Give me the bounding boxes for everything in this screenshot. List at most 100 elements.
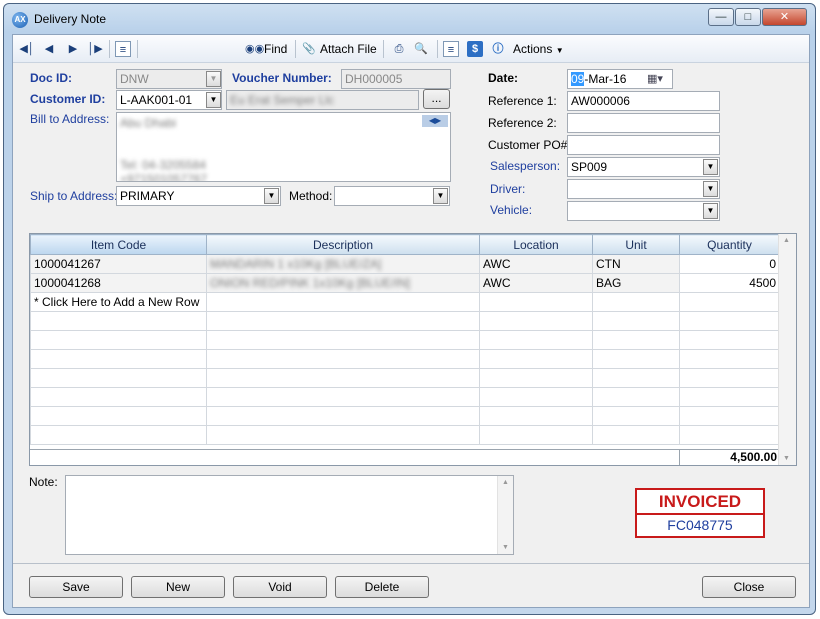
first-record-icon[interactable]: ◀│ xyxy=(19,41,35,57)
empty-row xyxy=(30,387,780,407)
reference-2-label: Reference 2: xyxy=(488,116,557,130)
chevron-down-icon: ▼ xyxy=(555,46,564,55)
scroll-up-icon[interactable]: ▲ xyxy=(783,237,790,244)
save-button[interactable]: Save xyxy=(29,576,123,598)
table-row[interactable]: 1000041268 ONION RED/PINK 1x10Kg [BLUE/I… xyxy=(30,273,780,293)
column-header-quantity[interactable]: Quantity xyxy=(679,234,780,255)
line-items-grid: Item Code Description Location Unit Quan… xyxy=(29,233,797,466)
vehicle-field[interactable] xyxy=(567,201,720,221)
table-row[interactable]: 1000041267 MANDARIN 1 x10Kg [BLUE/ZA] AW… xyxy=(30,254,780,274)
customer-id-label: Customer ID: xyxy=(30,92,106,106)
empty-row xyxy=(30,330,780,350)
voucher-number-field[interactable]: DH000005 xyxy=(341,69,451,89)
note-scroll-up-icon[interactable]: ▲ xyxy=(502,479,509,486)
empty-cell xyxy=(479,292,593,312)
bill-to-address-field[interactable]: Abu Dhabi Tel: 04-3205584 +971501057767 … xyxy=(116,112,451,182)
delivery-note-window: AX Delivery Note — □ ✕ ◀│ ◀ ▶ │▶ ≡ ◉◉ Fi… xyxy=(3,3,816,615)
invoice-number: FC048775 xyxy=(667,517,733,533)
void-button[interactable]: Void xyxy=(233,576,327,598)
note-scroll-down-icon[interactable]: ▼ xyxy=(502,544,509,551)
info-icon: ⓘ xyxy=(492,43,504,55)
delete-button[interactable]: Delete xyxy=(335,576,429,598)
note-label: Note: xyxy=(29,475,58,489)
empty-cell xyxy=(206,292,480,312)
ship-to-dropdown-icon[interactable]: ▼ xyxy=(264,188,279,204)
bill-to-line-3: Tel: 04-3205584 xyxy=(120,158,207,172)
column-header-unit[interactable]: Unit xyxy=(592,234,680,255)
find-button[interactable]: Find xyxy=(264,40,287,58)
empty-row xyxy=(30,368,780,388)
driver-dropdown-icon[interactable]: ▼ xyxy=(703,181,718,197)
total-quantity: 4,500.00 xyxy=(679,450,779,465)
calendar-icon[interactable]: ▦▾ xyxy=(647,72,663,85)
description-text: MANDARIN 1 x10Kg [BLUE/ZA] xyxy=(210,257,382,271)
invoiced-stamp: INVOICED FC048775 xyxy=(635,488,765,538)
empty-row xyxy=(30,349,780,369)
attach-file-button[interactable]: Attach File xyxy=(320,40,377,58)
reference-2-field[interactable] xyxy=(567,113,720,133)
title-bar: AX Delivery Note — □ ✕ xyxy=(4,4,815,34)
ship-to-address-label: Ship to Address: xyxy=(30,189,118,203)
doc-id-dropdown-icon[interactable]: ▼ xyxy=(206,71,221,87)
minimize-button[interactable]: — xyxy=(708,8,734,26)
next-record-icon[interactable]: ▶ xyxy=(65,41,81,57)
currency-icon[interactable]: $ xyxy=(467,41,483,57)
close-button[interactable]: Close xyxy=(702,576,796,598)
form-client-area: ◀│ ◀ ▶ │▶ ≡ ◉◉ Find 📎 Attach File ⎙ 🔍 ≡ … xyxy=(12,34,810,608)
description-text: ONION RED/PINK 1x10Kg [BLUE/IN] xyxy=(210,276,411,290)
quantity-cell[interactable]: 4500 xyxy=(679,273,780,293)
empty-row xyxy=(30,311,780,331)
salesperson-field[interactable]: SP009 xyxy=(567,157,720,177)
method-dropdown-icon[interactable]: ▼ xyxy=(433,188,448,204)
ship-to-address-field[interactable]: PRIMARY xyxy=(116,186,281,206)
unit-cell[interactable]: CTN xyxy=(592,254,680,274)
item-code-cell[interactable]: 1000041268 xyxy=(30,273,207,293)
note-scrollbar[interactable]: ▲ ▼ xyxy=(497,476,513,554)
reference-1-field[interactable]: AW000006 xyxy=(567,91,720,111)
add-new-row[interactable]: * Click Here to Add a New Row xyxy=(30,292,780,312)
customer-id-dropdown-icon[interactable]: ▼ xyxy=(206,92,221,108)
quantity-cell[interactable]: 0 xyxy=(679,254,780,274)
salesperson-dropdown-icon[interactable]: ▼ xyxy=(703,159,718,175)
maximize-button[interactable]: □ xyxy=(735,8,761,26)
note-field[interactable] xyxy=(65,475,514,555)
description-cell[interactable]: MANDARIN 1 x10Kg [BLUE/ZA] xyxy=(206,254,480,274)
print-preview-icon[interactable]: 🔍 xyxy=(413,41,429,57)
last-record-icon[interactable]: │▶ xyxy=(87,41,103,57)
driver-label: Driver: xyxy=(490,182,526,196)
window-title: Delivery Note xyxy=(34,12,107,26)
salesperson-label: Salesperson: xyxy=(490,159,561,173)
grid-scrollbar[interactable]: ▲ ▼ xyxy=(778,234,796,465)
customer-lookup-button[interactable]: ... xyxy=(423,89,450,109)
customer-po-label: Customer PO#: xyxy=(488,138,571,152)
scroll-down-icon[interactable]: ▼ xyxy=(783,455,790,462)
location-cell[interactable]: AWC xyxy=(479,254,593,274)
column-header-item-code[interactable]: Item Code xyxy=(30,234,207,255)
add-row-cell[interactable]: * Click Here to Add a New Row xyxy=(30,292,207,312)
report-icon[interactable]: ≡ xyxy=(443,41,459,57)
list-view-icon[interactable]: ≡ xyxy=(115,41,131,57)
close-window-button[interactable]: ✕ xyxy=(762,8,807,26)
location-cell[interactable]: AWC xyxy=(479,273,593,293)
actions-menu[interactable]: Actions ▼ xyxy=(513,40,564,58)
column-header-location[interactable]: Location xyxy=(479,234,593,255)
print-icon[interactable]: ⎙ xyxy=(391,41,407,57)
description-cell[interactable]: ONION RED/PINK 1x10Kg [BLUE/IN] xyxy=(206,273,480,293)
bill-to-line-2 xyxy=(120,130,447,144)
paperclip-icon: 📎 xyxy=(302,43,316,55)
customer-po-field[interactable] xyxy=(567,135,720,155)
vehicle-dropdown-icon[interactable]: ▼ xyxy=(703,203,718,219)
actions-label: Actions xyxy=(513,42,553,56)
customer-name-text: Eu Erat Semper Llc xyxy=(230,93,335,107)
new-button[interactable]: New xyxy=(131,576,225,598)
date-rest-segment: -Mar-16 xyxy=(584,72,627,86)
date-day-segment[interactable]: 09 xyxy=(571,72,585,86)
previous-record-icon[interactable]: ◀ xyxy=(41,41,57,57)
divider xyxy=(13,563,809,564)
column-header-description[interactable]: Description xyxy=(206,234,480,255)
customer-name-field: Eu Erat Semper Llc xyxy=(226,90,419,110)
unit-cell[interactable]: BAG xyxy=(592,273,680,293)
address-nav-arrows-icon[interactable]: ◀▶ xyxy=(422,115,448,127)
driver-field[interactable] xyxy=(567,179,720,199)
item-code-cell[interactable]: 1000041267 xyxy=(30,254,207,274)
